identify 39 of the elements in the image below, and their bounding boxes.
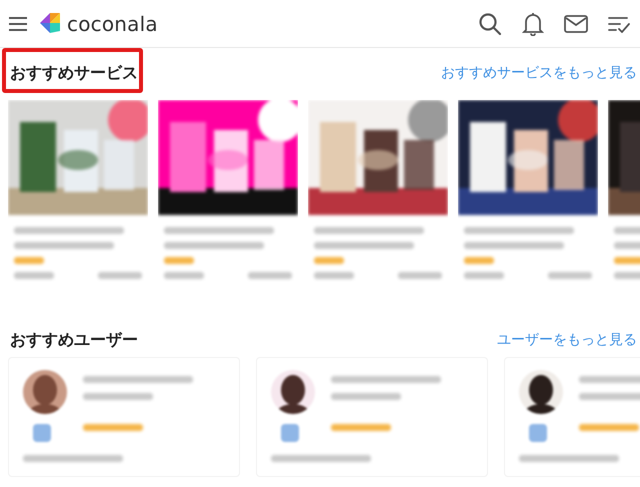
menu-icon[interactable] [8, 16, 28, 32]
blurred-line [464, 272, 504, 279]
service-card[interactable] [8, 100, 148, 279]
blurred-line [331, 393, 401, 400]
bell-icon[interactable] [522, 12, 544, 36]
logo-icon [40, 13, 61, 34]
blurred-rating [579, 424, 639, 431]
blurred-line [83, 393, 153, 400]
blurred-rating [14, 257, 44, 264]
blurred-line [398, 272, 442, 279]
blurred-line [248, 272, 292, 279]
section-title: おすすめサービス [10, 62, 138, 84]
blurred-line [579, 393, 640, 400]
blurred-rating [164, 257, 194, 264]
blurred-rating [614, 257, 640, 264]
blurred-rating [83, 424, 143, 431]
blurred-badge [281, 424, 299, 442]
blurred-line [98, 272, 142, 279]
service-card[interactable] [458, 100, 598, 279]
service-card[interactable] [308, 100, 448, 279]
blurred-line [314, 272, 354, 279]
search-icon[interactable] [478, 12, 502, 36]
mail-icon[interactable] [564, 14, 588, 32]
blurred-line [548, 272, 592, 279]
blurred-line [164, 272, 204, 279]
blurred-line [14, 272, 54, 279]
checklist-icon[interactable] [608, 14, 630, 32]
user-card[interactable] [8, 357, 240, 477]
blurred-badge [33, 424, 51, 442]
service-card[interactable] [158, 100, 298, 279]
blurred-rating [464, 257, 494, 264]
logo-text[interactable]: coconala [67, 12, 158, 36]
more-link[interactable]: おすすめサービスをもっと見る [441, 64, 637, 82]
blurred-rating [331, 424, 391, 431]
user-card[interactable] [256, 357, 488, 477]
blurred-badge [529, 424, 547, 442]
blurred-rating [314, 257, 344, 264]
section-title: おすすめユーザー [10, 330, 138, 350]
more-link[interactable]: ユーザーをもっと見る [497, 331, 637, 349]
